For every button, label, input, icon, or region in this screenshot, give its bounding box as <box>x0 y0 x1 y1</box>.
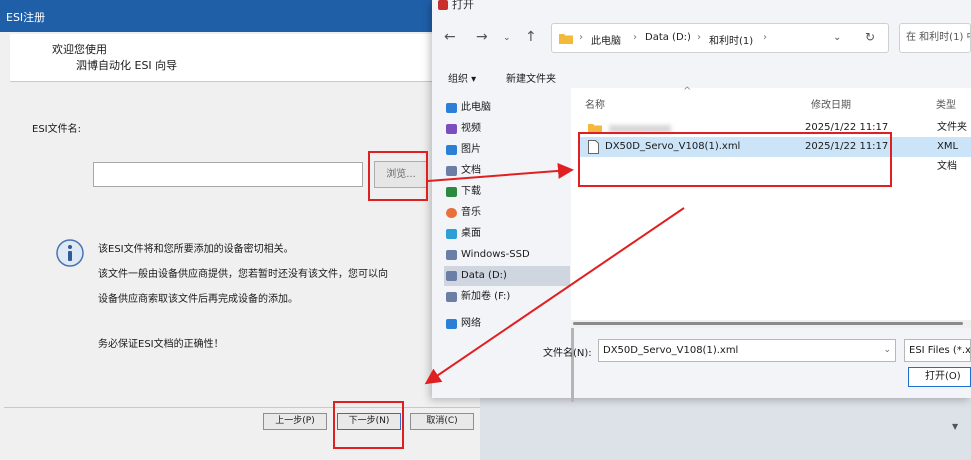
search-input[interactable]: 在 和利时(1) 中搜索 <box>899 23 971 53</box>
sidebar-item-downloads[interactable]: 下载 <box>444 182 570 202</box>
sidebar-item-documents[interactable]: 文档 <box>444 161 570 181</box>
filename-input[interactable]: DX50D_Servo_V108(1).xml ⌄ <box>598 339 896 362</box>
scrollbar-thumb[interactable] <box>573 322 963 325</box>
music-icon <box>446 208 457 218</box>
background-window: ▼ <box>480 398 971 460</box>
sidebar-item-label: 新加卷 (F:) <box>461 291 511 302</box>
sidebar-item-this-pc[interactable]: 此电脑 <box>444 98 570 118</box>
breadcrumb-folder[interactable]: 和利时(1) <box>709 32 753 47</box>
file-type-filter[interactable]: ESI Files (*.xml) <box>904 339 971 362</box>
breadcrumb-separator-icon: › <box>763 32 767 43</box>
file-open-dialog: 打开 ← → ⌄ ↑ › 此电脑 › Data (D:) › 和利时(1) › … <box>432 0 971 402</box>
dialog-titlebar[interactable]: 打开 <box>438 0 474 12</box>
breadcrumb-this-pc[interactable]: 此电脑 <box>591 32 621 47</box>
recent-chevron-icon[interactable]: ⌄ <box>503 33 511 43</box>
new-folder-button[interactable]: 新建文件夹 <box>506 70 556 85</box>
sidebar-item-label: 此电脑 <box>461 102 491 113</box>
wizard-titlebar[interactable]: ESI注册 <box>0 0 480 32</box>
sidebar-item-label: 图片 <box>461 144 481 155</box>
filename-label: 文件名(N): <box>543 348 592 359</box>
breadcrumb-separator-icon: › <box>579 32 583 43</box>
address-bar[interactable]: › 此电脑 › Data (D:) › 和利时(1) › ⌄ ↻ <box>551 23 889 53</box>
file-list-scrollbar[interactable] <box>571 320 971 328</box>
info-warning-line: 务必保证ESI文档的正确性！ <box>98 339 224 350</box>
network-icon <box>446 319 457 329</box>
sidebar-item-label: 视频 <box>461 123 481 134</box>
info-icon <box>56 239 84 267</box>
download-icon <box>446 187 457 197</box>
annotation-box-file <box>578 132 892 187</box>
document-icon <box>446 166 457 176</box>
up-arrow-icon[interactable]: ↑ <box>525 29 537 45</box>
sidebar-item-videos[interactable]: 视频 <box>444 119 570 139</box>
file-type: 文件夹 <box>937 122 967 133</box>
sidebar-item-new-volume[interactable]: 新加卷 (F:) <box>444 287 570 307</box>
column-header-date[interactable]: 修改日期 <box>811 96 851 111</box>
desktop-icon <box>446 229 457 239</box>
esi-filename-input[interactable] <box>93 162 363 187</box>
sidebar-item-label: Windows-SSD <box>461 249 530 260</box>
breadcrumb-separator-icon: › <box>697 32 701 43</box>
sidebar-item-music[interactable]: 音乐 <box>444 203 570 223</box>
drive-icon <box>446 250 457 260</box>
file-list: 名称 ^ 修改日期 类型 2025/1/22 11:17 文件夹 DX50D_S… <box>571 86 971 320</box>
wizard-banner: 欢迎您使用 泗博自动化 ESI 向导 <box>10 34 480 82</box>
breadcrumb-separator-icon: › <box>633 32 637 43</box>
sidebar-item-data-drive[interactable]: Data (D:) <box>444 266 570 286</box>
navigation-pane: 此电脑 视频 图片 文档 下载 音乐 桌面 Windows-SSD Data (… <box>444 92 574 402</box>
cancel-button[interactable]: 取消(C) <box>410 413 474 430</box>
filename-value: DX50D_Servo_V108(1).xml <box>603 345 739 356</box>
organize-button[interactable]: 组织 ▾ <box>448 70 476 85</box>
filename-dropdown-chevron-icon[interactable]: ⌄ <box>883 340 891 361</box>
app-icon <box>438 0 448 10</box>
info-text-line: 设备供应商索取该文件后再完成设备的添加。 <box>98 294 298 305</box>
sidebar-item-network[interactable]: 网络 <box>444 314 570 334</box>
sidebar-item-label: 音乐 <box>461 207 481 218</box>
column-header-type[interactable]: 类型 <box>936 96 956 111</box>
info-text-line: 该ESI文件将和您所要添加的设备密切相关。 <box>98 244 294 255</box>
esi-filename-label: ESI文件名: <box>32 124 81 135</box>
forward-arrow-icon[interactable]: → <box>476 29 488 45</box>
scroll-down-arrow-icon[interactable]: ▼ <box>952 422 958 431</box>
info-text-line: 该文件一般由设备供应商提供，您若暂时还没有该文件，您可以向 <box>98 269 388 280</box>
breadcrumb-data-drive[interactable]: Data (D:) <box>645 32 691 43</box>
sidebar-item-windows-ssd[interactable]: Windows-SSD <box>444 245 570 265</box>
esi-wizard-window: ESI注册 欢迎您使用 泗博自动化 ESI 向导 ESI文件名: 浏览... 该… <box>0 0 480 460</box>
sidebar-item-label: 网络 <box>461 318 481 329</box>
prev-button[interactable]: 上一步(P) <box>263 413 327 430</box>
sidebar-item-pictures[interactable]: 图片 <box>444 140 570 160</box>
refresh-icon[interactable]: ↻ <box>865 30 875 44</box>
drive-icon <box>446 292 457 302</box>
sort-ascending-icon: ^ <box>683 86 692 97</box>
open-button[interactable]: 打开(O) <box>908 367 971 387</box>
banner-welcome-text: 欢迎您使用 <box>52 43 107 56</box>
picture-icon <box>446 145 457 155</box>
sidebar-item-desktop[interactable]: 桌面 <box>444 224 570 244</box>
folder-icon <box>559 34 573 44</box>
sidebar-item-label: 桌面 <box>461 228 481 239</box>
computer-icon <box>446 103 457 113</box>
address-dropdown-chevron-icon[interactable]: ⌄ <box>833 32 841 43</box>
annotation-box-browse <box>368 151 428 201</box>
sidebar-item-label: 文档 <box>461 165 481 176</box>
wizard-divider <box>4 407 480 408</box>
dialog-title: 打开 <box>452 0 474 11</box>
annotation-box-next <box>333 401 404 449</box>
back-arrow-icon[interactable]: ← <box>444 29 456 45</box>
file-type: XML 文档 <box>937 141 959 172</box>
video-icon <box>446 124 457 134</box>
banner-subtitle: 泗博自动化 ESI 向导 <box>76 59 178 72</box>
sidebar-item-label: Data (D:) <box>461 270 507 281</box>
column-header-name[interactable]: 名称 <box>585 96 605 111</box>
drive-icon <box>446 271 457 281</box>
wizard-title: ESI注册 <box>6 11 46 24</box>
sidebar-item-label: 下载 <box>461 186 481 197</box>
